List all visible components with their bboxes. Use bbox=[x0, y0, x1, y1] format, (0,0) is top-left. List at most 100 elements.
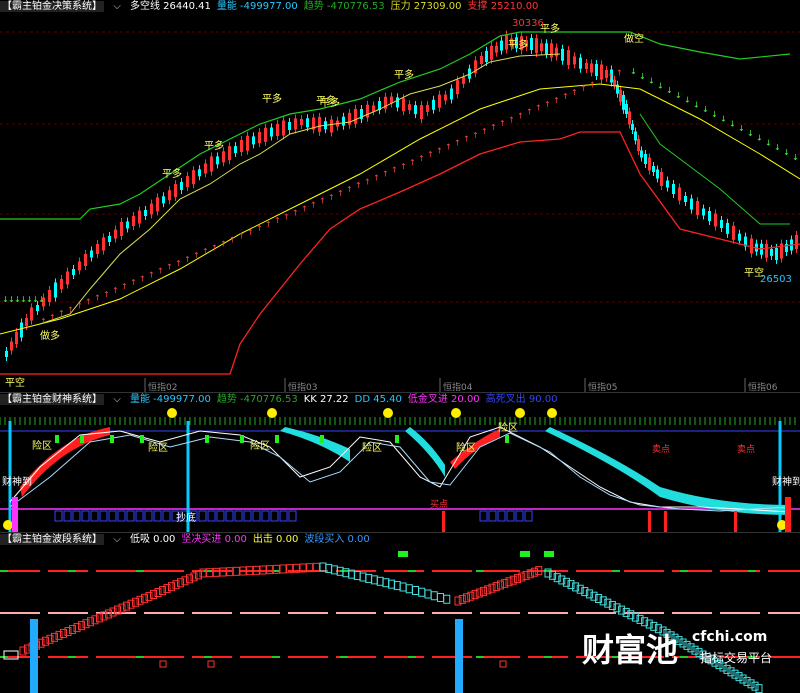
band-box bbox=[141, 593, 148, 603]
wealth-indicator-item: 趋势 -470776.53 bbox=[216, 394, 298, 405]
band-buy-bar bbox=[30, 619, 38, 693]
band-box bbox=[46, 634, 54, 644]
chevron-down-icon[interactable]: ⌵ bbox=[113, 1, 121, 12]
buy-arrow-icon: ↑ bbox=[598, 76, 605, 85]
band-box bbox=[212, 567, 220, 577]
candle bbox=[585, 63, 588, 69]
wealth-indicator-item: KK 27.22 bbox=[303, 394, 349, 405]
candle bbox=[595, 64, 598, 76]
band-box bbox=[181, 576, 189, 586]
box-mark bbox=[54, 510, 63, 522]
buy-arrow-icon: ↑ bbox=[445, 142, 452, 151]
sell-bar bbox=[664, 511, 667, 533]
smiley-icon bbox=[267, 408, 277, 418]
buy-arrow-icon: ↑ bbox=[589, 80, 596, 89]
smiley-icon bbox=[547, 408, 557, 418]
box-mark bbox=[515, 510, 524, 522]
fall-band bbox=[545, 427, 790, 515]
candle bbox=[132, 216, 135, 226]
buy-arrow-icon: ↑ bbox=[328, 193, 335, 202]
band-box bbox=[399, 582, 407, 592]
candle bbox=[652, 166, 655, 172]
box-mark bbox=[279, 510, 288, 522]
buy-arrow-icon: ↑ bbox=[346, 185, 353, 194]
candle bbox=[684, 196, 687, 202]
box-mark bbox=[479, 510, 488, 522]
decision-indicator-item: 支撑 25210.00 bbox=[467, 1, 539, 12]
candle bbox=[573, 56, 576, 65]
candle bbox=[282, 120, 285, 136]
candle bbox=[702, 208, 705, 216]
price-chart: ↑ ↑ ↑ ↑ ↑ ↑ ↑ ↑ ↑ ↑ ↑ ↑ ↑ ↑ ↑ ↑ ↑ ↑ ↑ ↑ ↑ ↑ ↑ ↑ ↑ ↑ ↑ ↑ ↑ ↑ ↑ ↑ ↑ ↑ ↑ ↑ ↑ ↑ ↑ ↑… bbox=[0, 18, 800, 392]
candle bbox=[15, 332, 18, 344]
candle bbox=[619, 89, 622, 102]
band-box bbox=[195, 570, 202, 580]
candle bbox=[264, 127, 267, 142]
band-marker bbox=[207, 660, 215, 668]
candle bbox=[216, 156, 219, 165]
box-mark bbox=[288, 510, 297, 522]
box-mark bbox=[252, 510, 261, 522]
signal-label: 平多 bbox=[508, 38, 528, 51]
sell-bar bbox=[648, 511, 651, 533]
box-mark bbox=[135, 510, 144, 522]
signal-label: 做空 bbox=[624, 32, 644, 45]
band-box bbox=[19, 646, 27, 656]
rise-band bbox=[20, 427, 110, 497]
candle bbox=[90, 250, 93, 258]
candle bbox=[795, 235, 798, 249]
buy-arrow-icon: ↑ bbox=[463, 135, 470, 144]
fall-band bbox=[280, 427, 350, 462]
sell-point-label: 卖点 bbox=[652, 444, 670, 455]
price-high-label: 30336 bbox=[512, 18, 544, 29]
band-panel-title[interactable]: 【霸主铂金波段系统】 bbox=[0, 534, 104, 545]
buy-arrow-icon: ↑ bbox=[517, 111, 524, 120]
band-top-mark bbox=[544, 551, 554, 557]
risk-zone-label: 险区 bbox=[32, 439, 52, 452]
candle bbox=[186, 176, 189, 188]
band-box bbox=[424, 589, 432, 599]
candle bbox=[644, 154, 647, 164]
band-box bbox=[382, 578, 390, 588]
candle bbox=[138, 210, 141, 224]
candle bbox=[438, 94, 441, 108]
buy-arrow-icon: ↑ bbox=[427, 150, 434, 159]
box-mark bbox=[153, 510, 162, 522]
buy-arrow-icon: ↑ bbox=[544, 100, 551, 109]
band-box bbox=[136, 595, 144, 605]
band-box bbox=[405, 584, 413, 594]
sell-arrow-icon: ↓ bbox=[693, 100, 700, 109]
band-box bbox=[232, 566, 240, 576]
sell-arrow-icon: ↓ bbox=[702, 105, 709, 114]
buy-arrow-icon: ↑ bbox=[184, 255, 191, 264]
x-axis-label: 恒指05 bbox=[588, 381, 617, 392]
watermark-tagline: 指标交易平台 bbox=[700, 651, 773, 665]
box-mark bbox=[90, 510, 99, 522]
candle bbox=[25, 318, 28, 326]
buy-signal bbox=[505, 435, 509, 443]
chevron-down-icon[interactable]: ⌵ bbox=[113, 394, 121, 405]
candle bbox=[276, 124, 279, 136]
box-mark bbox=[126, 510, 135, 522]
sell-arrow-icon: ↓ bbox=[648, 77, 655, 86]
price-low-label: 26503 bbox=[760, 274, 792, 285]
wealth-label: 财神到 bbox=[2, 475, 32, 488]
box-mark bbox=[198, 510, 207, 522]
buy-arrow-icon: ↑ bbox=[139, 274, 146, 283]
candle bbox=[690, 198, 693, 210]
band-box bbox=[177, 578, 184, 588]
band-box bbox=[123, 601, 130, 611]
sell-bar bbox=[442, 511, 445, 533]
decision-panel-header: 【霸主铂金决策系统】 ⌵ 多空线 26440.41 量能 -499977.00 趋势… bbox=[0, 0, 800, 14]
wealth-panel-title[interactable]: 【霸主铂金财神系统】 bbox=[0, 394, 104, 405]
buy-arrow-icon: ↑ bbox=[490, 123, 497, 132]
smiley-icon bbox=[383, 408, 393, 418]
chevron-down-icon[interactable]: ⌵ bbox=[113, 534, 121, 545]
buy-arrow-icon: ↑ bbox=[319, 197, 326, 206]
candle bbox=[20, 322, 23, 338]
band-box bbox=[64, 627, 72, 636]
candle bbox=[567, 50, 570, 66]
decision-panel-title[interactable]: 【霸主铂金决策系统】 bbox=[0, 1, 104, 12]
band-box bbox=[127, 599, 135, 609]
sell-arrow-icon: ↓ bbox=[738, 124, 745, 133]
